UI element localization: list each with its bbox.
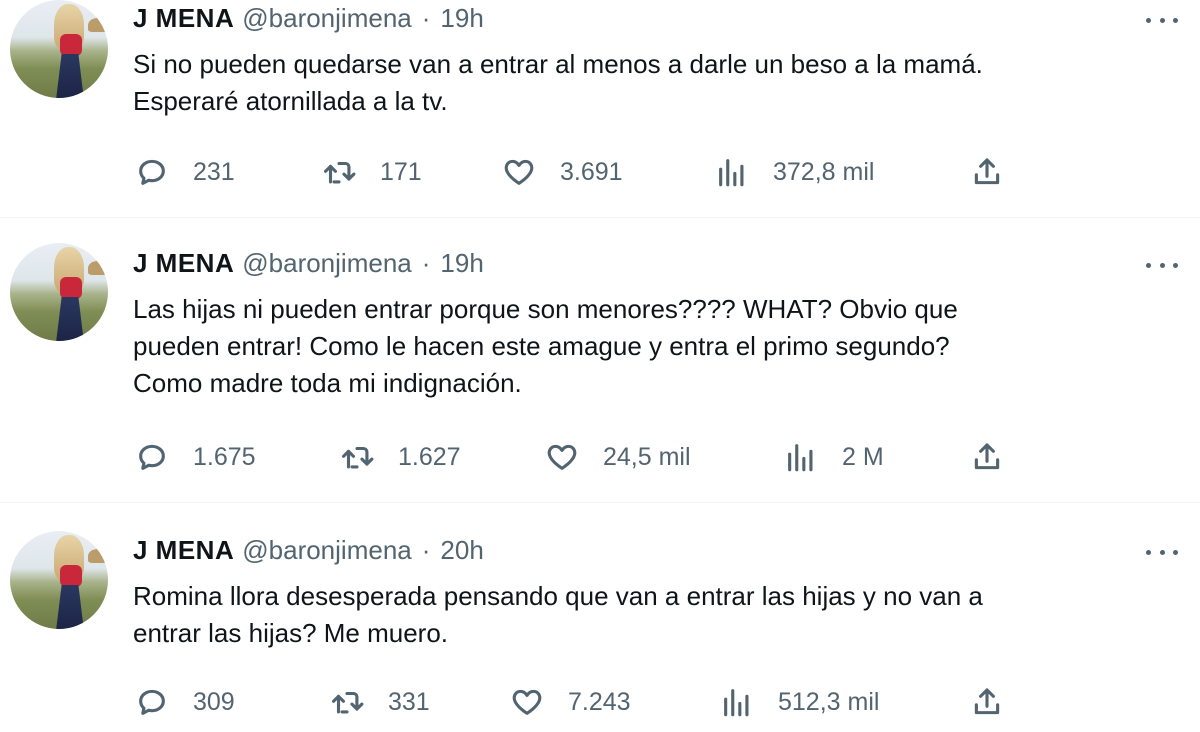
tweet-text: Romina llora desesperada pensando que va…	[133, 581, 983, 648]
retweet-icon	[331, 691, 364, 714]
separator-dot: ·	[421, 535, 431, 565]
avatar[interactable]	[10, 531, 108, 629]
like-count: 24,5 mil	[603, 442, 691, 471]
share-button[interactable]	[970, 440, 1004, 474]
views-button[interactable]: 512,3 mil	[720, 685, 879, 719]
avatar-skirt	[56, 297, 84, 341]
more-options-icon[interactable]	[1146, 255, 1178, 275]
separator-dot: ·	[421, 248, 431, 278]
heart-icon	[512, 689, 542, 715]
tweet-text: Las hijas ni pueden entrar porque son me…	[133, 294, 958, 398]
display-name[interactable]: J MENA	[133, 534, 234, 566]
retweet-count: 1.627	[398, 442, 461, 471]
action-bar: 1.675 1.627 24,5 mil 2 M	[0, 440, 1200, 476]
tweet-header: J MENA @baronjimena · 19h	[133, 2, 484, 34]
share-icon	[974, 443, 1000, 470]
avatar-tree	[88, 549, 108, 563]
more-options-icon[interactable]	[1146, 10, 1178, 30]
views-count: 2 M	[842, 442, 884, 471]
share-button[interactable]	[970, 155, 1004, 189]
avatar-top	[60, 34, 82, 56]
views-count: 512,3 mil	[778, 687, 880, 716]
tweet-header: J MENA @baronjimena · 20h	[133, 534, 484, 566]
like-button[interactable]: 3.691	[502, 155, 623, 189]
avatar-tree	[88, 261, 108, 275]
reply-button[interactable]: 309	[135, 685, 235, 719]
more-options-icon[interactable]	[1146, 542, 1178, 562]
like-button[interactable]: 7.243	[510, 685, 631, 719]
avatar-skirt	[56, 54, 84, 98]
reply-icon	[139, 159, 165, 185]
tweet[interactable]: J MENA @baronjimena · 20h Romina llora d…	[0, 503, 1200, 732]
avatar-top	[60, 565, 82, 587]
like-count: 3.691	[560, 157, 623, 186]
reply-icon	[139, 444, 165, 470]
heart-icon	[504, 159, 534, 185]
retweet-count: 171	[380, 157, 422, 186]
views-icon	[724, 689, 749, 717]
views-button[interactable]: 2 M	[784, 440, 884, 474]
tweet[interactable]: J MENA @baronjimena · 19h Las hijas ni p…	[0, 218, 1200, 503]
reply-icon	[139, 689, 165, 715]
action-bar: 309 331 7.243 512,3 mil	[0, 685, 1200, 721]
action-bar: 231 171 3.691 372,8 mil	[0, 155, 1200, 191]
retweet-icon	[323, 161, 356, 184]
share-button[interactable]	[970, 685, 1004, 719]
tweet[interactable]: J MENA @baronjimena · 19h Si no pueden q…	[0, 0, 1200, 218]
avatar-skirt	[56, 585, 84, 629]
like-button[interactable]: 24,5 mil	[545, 440, 691, 474]
reply-count: 231	[193, 157, 235, 186]
retweet-icon	[341, 446, 374, 469]
views-icon	[788, 444, 813, 472]
user-handle[interactable]: @baronjimena	[242, 247, 411, 279]
tweet-header: J MENA @baronjimena · 19h	[133, 247, 484, 279]
retweet-count: 331	[388, 687, 430, 716]
avatar[interactable]	[10, 0, 108, 98]
heart-icon	[547, 444, 577, 470]
avatar[interactable]	[10, 243, 108, 341]
reply-button[interactable]: 1.675	[135, 440, 256, 474]
timestamp[interactable]: 19h	[440, 247, 483, 279]
like-count: 7.243	[568, 687, 631, 716]
avatar-top	[60, 277, 82, 299]
share-icon	[974, 158, 1000, 185]
reply-count: 1.675	[193, 442, 256, 471]
avatar-tree	[88, 18, 108, 32]
tweet-text: Si no pueden quedarse van a entrar al me…	[133, 49, 983, 116]
views-icon	[719, 159, 744, 187]
display-name[interactable]: J MENA	[133, 2, 234, 34]
user-handle[interactable]: @baronjimena	[242, 534, 411, 566]
retweet-button[interactable]: 331	[330, 685, 430, 719]
reply-count: 309	[193, 687, 235, 716]
share-icon	[974, 688, 1000, 715]
views-count: 372,8 mil	[773, 157, 875, 186]
user-handle[interactable]: @baronjimena	[242, 2, 411, 34]
retweet-button[interactable]: 171	[322, 155, 422, 189]
timestamp[interactable]: 19h	[440, 2, 483, 34]
reply-button[interactable]: 231	[135, 155, 235, 189]
timestamp[interactable]: 20h	[440, 534, 483, 566]
retweet-button[interactable]: 1.627	[340, 440, 461, 474]
separator-dot: ·	[421, 3, 431, 33]
display-name[interactable]: J MENA	[133, 247, 234, 279]
views-button[interactable]: 372,8 mil	[715, 155, 874, 189]
